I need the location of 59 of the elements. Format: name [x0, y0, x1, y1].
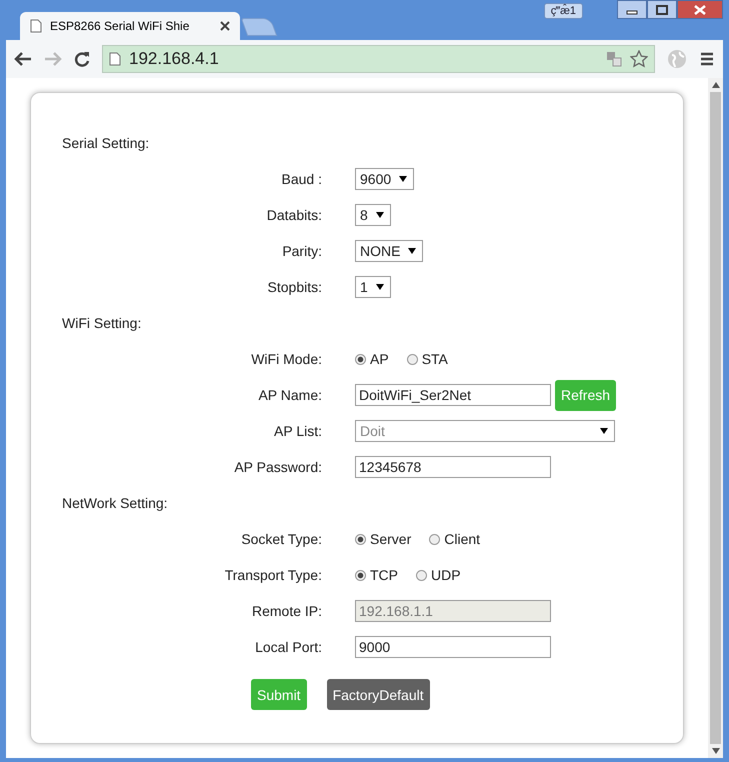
- field-label: Stopbits:: [266, 279, 322, 295]
- maximize-button[interactable]: [647, 0, 677, 19]
- field-label: Transport Type:: [224, 567, 322, 583]
- caret-icon: [376, 284, 384, 290]
- dropdown[interactable]: NONE: [355, 240, 424, 262]
- scrollbar[interactable]: [708, 78, 723, 758]
- dropdown[interactable]: 9600: [355, 168, 414, 190]
- input-field[interactable]: DoitWiFi_Ser2Net: [355, 384, 551, 406]
- field-label: Remote IP:: [250, 603, 322, 619]
- field-label: AP Name:: [257, 387, 322, 403]
- section-title: Serial Setting:: [61, 134, 150, 153]
- back-icon[interactable]: [14, 51, 32, 67]
- factory-default-button[interactable]: FactoryDefault: [326, 679, 430, 710]
- reload-icon[interactable]: [74, 51, 90, 67]
- address-bar[interactable]: 192.168.4.1: [102, 45, 655, 73]
- field-label: AP List:: [273, 423, 322, 439]
- field-label: WiFi Mode:: [250, 351, 322, 367]
- radio-button[interactable]: [355, 354, 366, 364]
- radio-label[interactable]: Server: [370, 531, 412, 547]
- browser-tab[interactable]: ESP8266 Serial WiFi Shie: [20, 12, 240, 40]
- field-label: Databits:: [266, 207, 322, 223]
- menu-icon[interactable]: [699, 52, 715, 66]
- radio-label[interactable]: AP: [370, 351, 389, 367]
- radio-button[interactable]: [406, 354, 418, 364]
- scroll-up-icon[interactable]: [712, 82, 720, 88]
- radio-label[interactable]: TCP: [370, 567, 398, 583]
- close-icon[interactable]: [220, 21, 230, 31]
- radio-button[interactable]: [429, 534, 440, 544]
- radio-button[interactable]: [355, 570, 366, 580]
- radio-label[interactable]: STA: [422, 351, 448, 367]
- radio-button[interactable]: [355, 534, 366, 544]
- caret-icon: [600, 428, 608, 434]
- ime-indicator[interactable]: ç‴æ̂1: [544, 3, 583, 19]
- close-button[interactable]: [677, 0, 723, 19]
- dropdown[interactable]: 8: [355, 204, 391, 226]
- field-label: Socket Type:: [240, 531, 322, 547]
- radio-button[interactable]: [416, 570, 427, 580]
- page-icon: [109, 52, 121, 66]
- input-field[interactable]: 9000: [355, 636, 551, 658]
- caret-icon: [408, 248, 416, 254]
- minimize-button[interactable]: [617, 0, 647, 19]
- caret-icon: [399, 176, 408, 182]
- close-icon: [694, 4, 706, 14]
- field-label: Baud :: [280, 171, 322, 187]
- field-label: Parity:: [281, 243, 322, 259]
- page-icon: [30, 19, 42, 33]
- radio-label[interactable]: Client: [444, 531, 480, 547]
- section-title: NetWork Setting:: [61, 494, 169, 513]
- field-label: Local Port:: [254, 639, 322, 655]
- tab-title: ESP8266 Serial WiFi Shie: [50, 19, 190, 33]
- maximize-icon: [656, 4, 668, 14]
- caret-icon: [376, 212, 384, 218]
- section-title: WiFi Setting:: [61, 314, 142, 333]
- star-icon[interactable]: [630, 50, 648, 68]
- radio-label[interactable]: UDP: [431, 567, 461, 583]
- scroll-down-icon[interactable]: [712, 748, 720, 754]
- input-field[interactable]: 12345678: [355, 456, 551, 478]
- field-label: AP Password:: [233, 459, 322, 475]
- dropdown[interactable]: 1: [355, 276, 391, 298]
